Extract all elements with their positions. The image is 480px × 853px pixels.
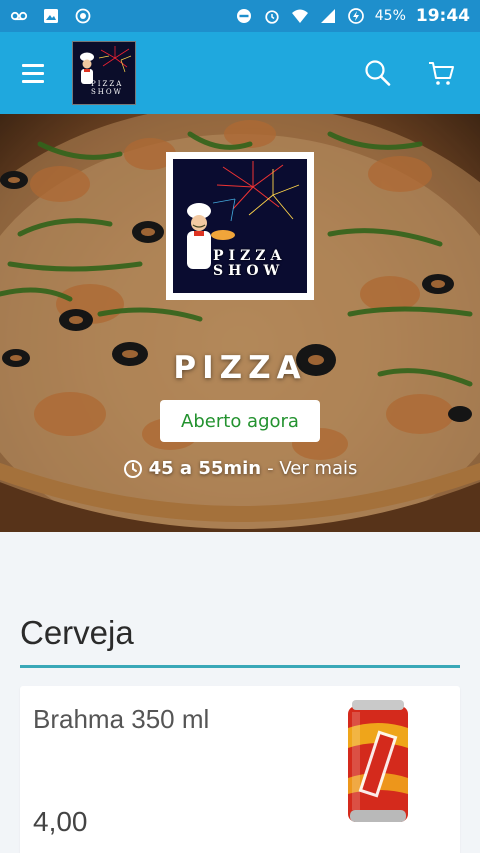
- menu-icon-bar: [22, 71, 44, 75]
- menu-icon-bar: [22, 79, 44, 83]
- clock-time: 19:44: [415, 6, 470, 26]
- delivery-time: 45 a 55min: [148, 458, 262, 479]
- wifi-icon: [291, 9, 308, 23]
- image-icon: [44, 9, 58, 23]
- store-logo-text: PIZZA SHOW: [213, 248, 287, 279]
- search-icon[interactable]: [362, 58, 392, 88]
- menu-button[interactable]: [22, 58, 52, 88]
- battery-percent: 45%: [374, 8, 406, 24]
- clock-icon: [123, 459, 142, 478]
- section-title: Cerveja: [20, 614, 134, 651]
- fireworks-icon: [98, 46, 132, 73]
- voicemail-icon: [10, 11, 28, 21]
- alarm-icon: [265, 10, 279, 24]
- store-name: PIZZA: [173, 350, 307, 386]
- store-status-badge: Aberto agora: [160, 400, 320, 442]
- menu-icon-bar: [22, 63, 44, 67]
- cart-icon[interactable]: [426, 58, 456, 88]
- product-price: 4,00: [33, 806, 88, 837]
- do-not-disturb-icon: [236, 9, 251, 23]
- store-logo: PIZZA SHOW: [166, 152, 314, 300]
- battery-charging-icon: [347, 8, 364, 24]
- status-bar: 45% 19:44: [0, 0, 480, 32]
- see-more-link[interactable]: - Ver mais: [267, 458, 357, 479]
- section-divider: [20, 665, 460, 668]
- beer-can-image: [348, 700, 408, 822]
- delivery-info[interactable]: 45 a 55min - Ver mais: [0, 458, 480, 479]
- signal-icon: [320, 9, 335, 23]
- store-hero: PIZZA SHOW PIZZA Aberto agora 45 a 55min…: [0, 114, 480, 532]
- product-name: Brahma 350 ml: [33, 704, 210, 734]
- app-logo[interactable]: PIZZA SHOW: [72, 41, 136, 105]
- app-bar: PIZZA SHOW: [0, 32, 480, 114]
- record-icon: [75, 8, 91, 24]
- app-logo-text: PIZZA SHOW: [91, 80, 124, 96]
- product-card[interactable]: Brahma 350 ml 4,00: [20, 686, 460, 853]
